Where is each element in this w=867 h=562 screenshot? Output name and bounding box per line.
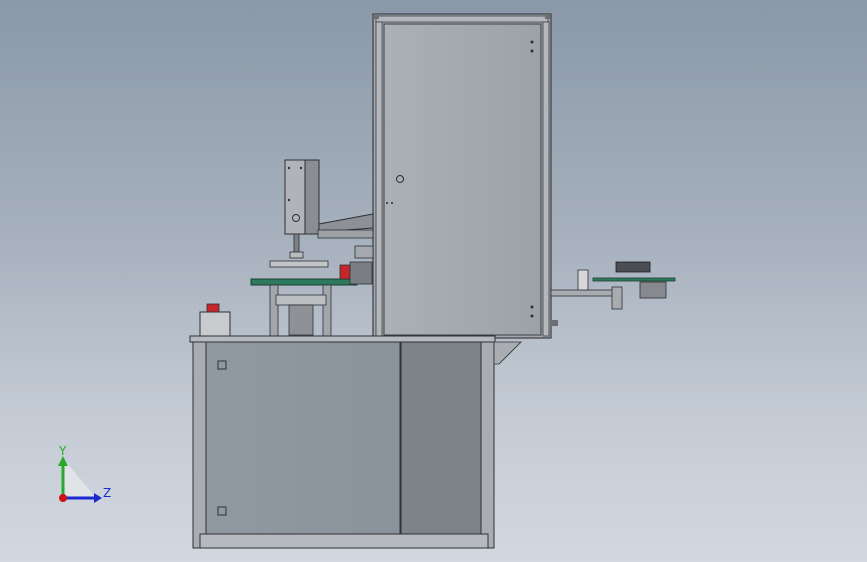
machine-model[interactable] [0, 0, 867, 562]
coordinate-triad-icon [58, 456, 102, 503]
upper-cabinet [372, 13, 552, 339]
control-box [199, 303, 231, 337]
right-conveyor [550, 261, 676, 326]
rotary-table [250, 261, 373, 337]
hinge-icon [530, 40, 534, 44]
emergency-stop-icon [206, 303, 220, 313]
x-axis [59, 494, 67, 502]
cad-viewport[interactable]: Y Z [0, 0, 867, 562]
lower-side-panel [400, 341, 482, 535]
upper-door [383, 23, 542, 336]
z-axis-label: Z [103, 486, 112, 500]
actuator-assembly [269, 159, 374, 268]
lower-door [205, 341, 401, 535]
lower-cabinet [189, 335, 522, 549]
y-axis-label: Y [59, 444, 67, 458]
